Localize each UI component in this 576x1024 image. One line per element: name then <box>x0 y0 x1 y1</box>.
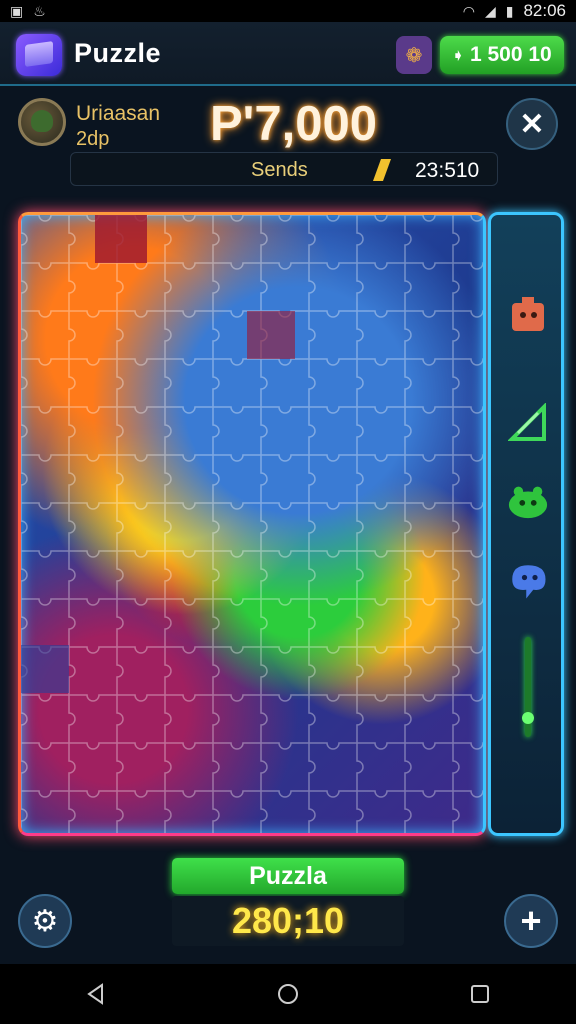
pencil-ruler-icon <box>508 403 546 441</box>
image-icon: ▣ <box>10 2 24 19</box>
status-left: ▣ ♨ <box>10 3 46 20</box>
puzzle-action-button[interactable]: Puzzla <box>172 858 404 894</box>
home-button[interactable] <box>268 974 308 1014</box>
wifi-icon: ◠ <box>462 2 475 19</box>
cellular-signal-icon: ◢ <box>484 2 496 19</box>
score-display: P'7,000 <box>210 97 377 151</box>
add-button[interactable]: + <box>504 894 558 948</box>
puzzle-board[interactable] <box>18 212 486 836</box>
progress-label: Sends <box>251 159 308 181</box>
gear-icon: ⚙ <box>31 904 59 938</box>
recents-button[interactable] <box>460 974 500 1014</box>
shop-button[interactable]: ❁ <box>396 36 432 74</box>
battery-icon: ▮ <box>505 2 514 19</box>
currency-button[interactable]: ➧ 1 500 10 <box>440 36 564 74</box>
system-nav-bar <box>0 964 576 1024</box>
green-creature-tool[interactable] <box>507 481 549 521</box>
monster-face-icon <box>512 297 544 331</box>
puzzle-cube-logo-icon <box>16 34 62 76</box>
app-title: Puzzle <box>74 38 162 68</box>
shop-bag-icon: ❁ <box>405 44 423 67</box>
back-triangle-icon <box>87 983 103 1005</box>
zoom-slider-thumb[interactable] <box>522 711 534 724</box>
green-creature-icon <box>508 486 548 519</box>
tool-panel <box>488 212 564 836</box>
android-debug-icon: ♨ <box>33 2 46 19</box>
lightning-icon <box>372 159 392 181</box>
back-button[interactable] <box>76 974 116 1014</box>
currency-value: 1 500 10 <box>469 43 552 66</box>
player-header: Uriaasan 2dp P'7,000 ✕ Sends 23:510 <box>0 88 576 200</box>
player-name: Uriaasan <box>76 102 161 125</box>
monster-face-tool[interactable] <box>507 295 549 335</box>
coin-icon: ➧ <box>452 46 464 63</box>
status-time: 82:06 <box>523 1 566 20</box>
blue-creature-icon <box>512 565 546 599</box>
settings-button[interactable]: ⚙ <box>18 894 72 948</box>
close-button[interactable]: ✕ <box>506 98 558 150</box>
level-value: 280;10 <box>231 900 345 941</box>
blue-creature-tool[interactable] <box>507 561 549 601</box>
progress-value: 23:510 <box>415 159 480 182</box>
puzzle-piece-grid <box>21 215 483 833</box>
close-icon: ✕ <box>519 107 545 141</box>
home-circle-icon <box>278 984 298 1004</box>
pencil-ruler-tool[interactable] <box>507 403 549 443</box>
avatar[interactable] <box>18 98 66 146</box>
player-subtitle: 2dp <box>76 128 110 150</box>
recents-square-icon <box>471 985 489 1003</box>
level-display: 280;10 <box>172 896 404 946</box>
plus-icon: + <box>520 900 542 941</box>
status-bar: ▣ ♨ ◠ ◢ ▮ 82:06 <box>0 0 576 22</box>
bottom-controls: ⚙ Puzzla 280;10 + <box>0 848 576 960</box>
app-bar: Puzzle ❁ ➧ 1 500 10 <box>0 22 576 86</box>
zoom-slider[interactable] <box>522 637 534 737</box>
status-right: ◠ ◢ ▮ 82:06 <box>463 1 566 21</box>
progress-bar: Sends 23:510 <box>70 152 498 186</box>
